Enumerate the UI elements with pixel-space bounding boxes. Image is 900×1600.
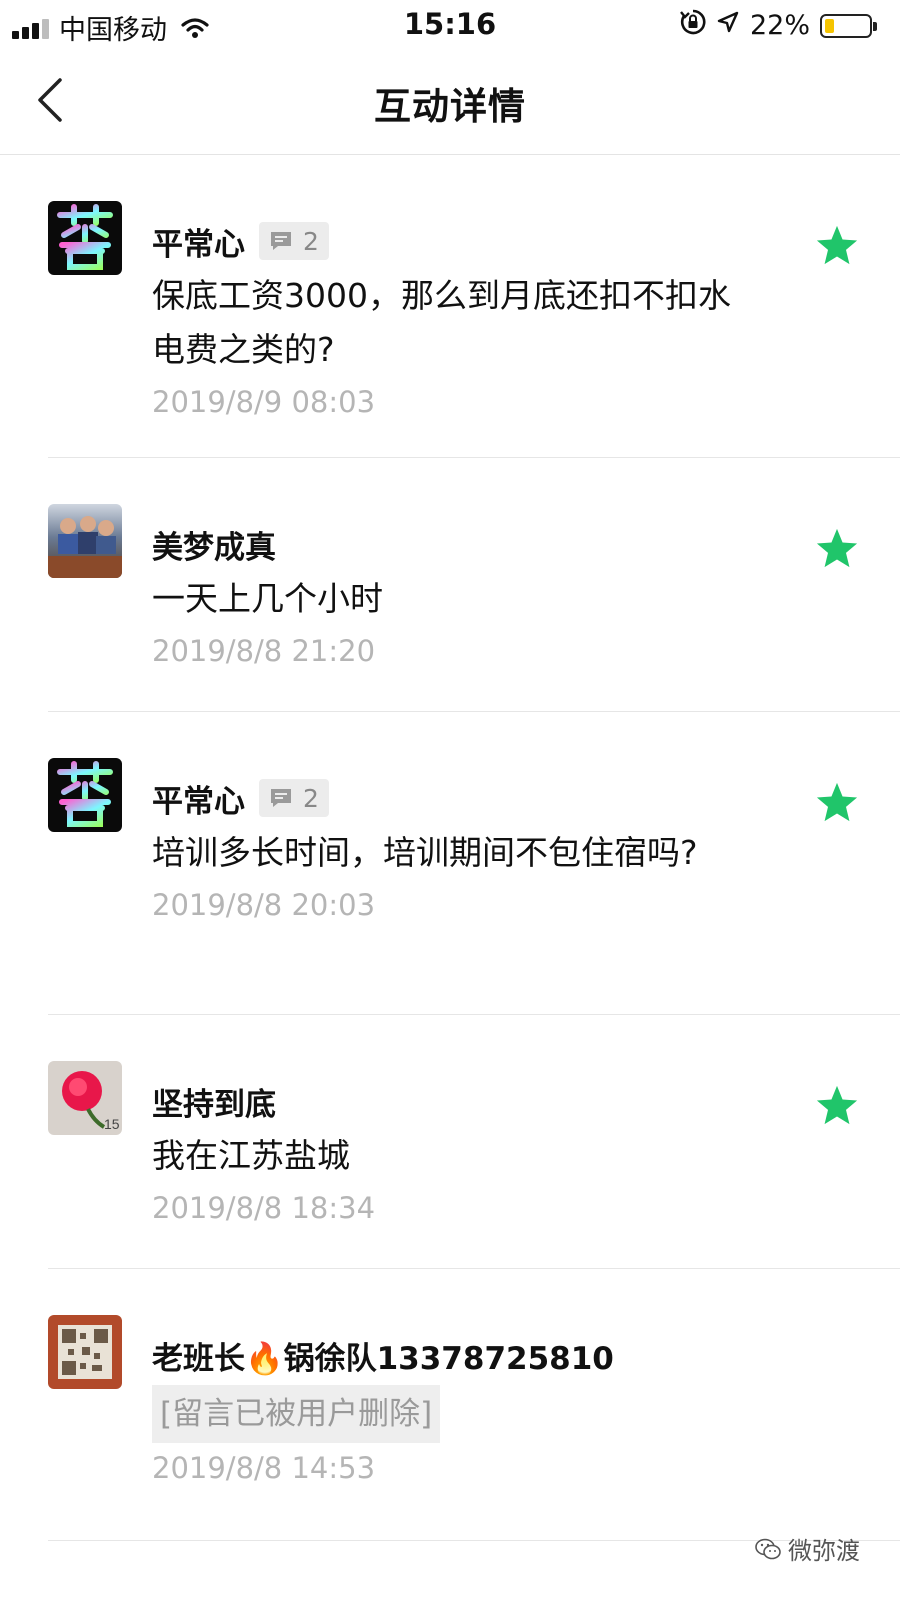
comment-time: 2019/8/8 20:03 bbox=[152, 888, 376, 922]
battery-icon bbox=[820, 13, 877, 38]
commenter-name: 老班长🔥锅徐队13378725810 bbox=[152, 1340, 614, 1377]
comment-icon bbox=[271, 232, 291, 250]
comment-text: 培训多长时间，培训期间不包住宿吗? bbox=[152, 833, 698, 872]
watermark-text: 微弥渡 bbox=[788, 1537, 860, 1565]
avatar[interactable] bbox=[48, 504, 122, 578]
comment-item: 美梦成真 一天上几个小时 2019/8/8 21:20 bbox=[48, 458, 900, 712]
star-icon[interactable] bbox=[814, 1084, 860, 1132]
avatar[interactable] bbox=[48, 201, 122, 275]
reply-count-badge[interactable]: 2 bbox=[259, 779, 329, 817]
comment-item: 15 坚持到底 我在江苏盐城 2019/8/8 18:34 bbox=[48, 1015, 900, 1269]
avatar[interactable] bbox=[48, 758, 122, 832]
comment-text: 我在江苏盐城 bbox=[152, 1136, 350, 1175]
comment-text: 保底工资3000，那么到月底还扣不扣水电费之类的? bbox=[152, 276, 731, 369]
comment-list: 平常心 2 保底工资3000，那么到月底还扣不扣水电费之类的? 2019/8/9… bbox=[0, 155, 900, 1541]
comment-time: 2019/8/8 14:53 bbox=[152, 1451, 376, 1485]
star-icon[interactable] bbox=[814, 781, 860, 829]
comment-time: 2019/8/8 18:34 bbox=[152, 1191, 376, 1225]
avatar[interactable]: 15 bbox=[48, 1061, 122, 1135]
status-bar: 中国移动 15:16 22% bbox=[0, 0, 900, 50]
deleted-notice: [留言已被用户删除] bbox=[152, 1385, 441, 1443]
watermark: 微弥渡 bbox=[754, 1531, 860, 1566]
commenter-name: 坚持到底 bbox=[152, 1086, 276, 1123]
battery-fill bbox=[825, 18, 834, 33]
comment-time: 2019/8/8 21:20 bbox=[152, 634, 376, 668]
comment-time: 2019/8/9 08:03 bbox=[152, 385, 376, 419]
reply-count: 2 bbox=[303, 226, 319, 256]
star-icon[interactable] bbox=[814, 527, 860, 575]
comment-icon bbox=[271, 789, 291, 807]
star-icon[interactable] bbox=[814, 224, 860, 272]
commenter-name: 平常心 bbox=[152, 783, 245, 820]
svg-text:15: 15 bbox=[104, 1116, 120, 1132]
nav-bar: 互动详情 bbox=[0, 50, 900, 155]
wechat-icon bbox=[755, 1538, 781, 1559]
location-icon bbox=[716, 10, 740, 41]
reply-count: 2 bbox=[303, 783, 319, 813]
battery-percent: 22% bbox=[749, 10, 810, 41]
comment-item: 平常心 2 保底工资3000，那么到月底还扣不扣水电费之类的? 2019/8/9… bbox=[48, 155, 900, 458]
commenter-name: 美梦成真 bbox=[152, 529, 276, 566]
comment-item: 平常心 2 培训多长时间，培训期间不包住宿吗? 2019/8/8 20:03 bbox=[48, 712, 900, 1015]
avatar[interactable] bbox=[48, 1315, 122, 1389]
commenter-name: 平常心 bbox=[152, 226, 245, 263]
orientation-lock-icon bbox=[680, 9, 706, 42]
page-title: 互动详情 bbox=[374, 85, 526, 128]
reply-count-badge[interactable]: 2 bbox=[259, 222, 329, 260]
comment-text: 一天上几个小时 bbox=[152, 579, 383, 618]
comment-item: 老班长🔥锅徐队13378725810 [留言已被用户删除] 2019/8/8 1… bbox=[48, 1269, 900, 1541]
